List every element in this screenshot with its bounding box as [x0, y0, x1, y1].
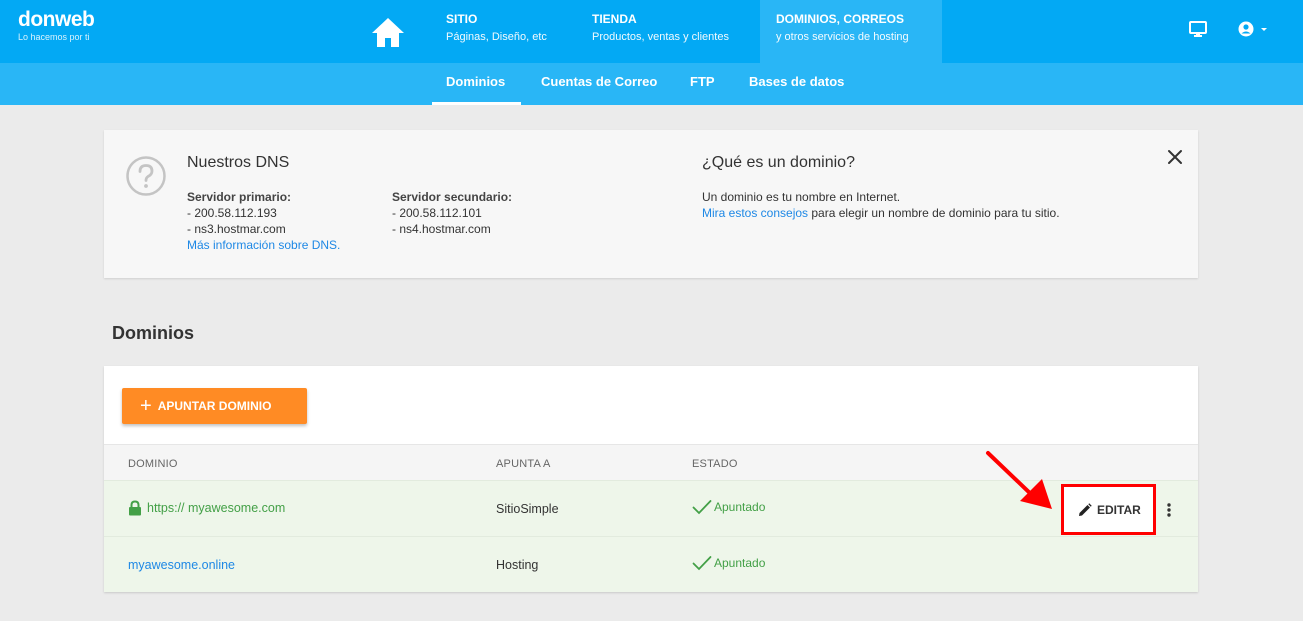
dns-primary-label: Servidor primario: [187, 190, 292, 204]
column-header-estado: ESTADO [692, 458, 738, 470]
status-badge: Apuntado [692, 499, 765, 515]
editar-label: EDITAR [1097, 502, 1141, 517]
home-icon[interactable] [370, 15, 406, 49]
question-icon [125, 155, 167, 202]
points-to: Hosting [496, 558, 539, 572]
dns-primary: Servidor primario: - 200.58.112.193 - ns… [187, 189, 340, 253]
user-avatar-icon [1238, 21, 1267, 37]
nav-dominios-title: DOMINIOS, CORREOS [776, 12, 905, 26]
tab-dominios[interactable]: Dominios [432, 63, 521, 105]
editar-button[interactable]: EDITAR [1061, 484, 1156, 535]
check-icon [692, 500, 712, 515]
nav-tienda[interactable]: TIENDA Productos, ventas y clientes [576, 0, 758, 63]
column-header-apunta-a: APUNTA A [496, 458, 551, 470]
domain-name: https:// myawesome.com [147, 501, 286, 515]
nav-sitio-subtitle: Páginas, Diseño, etc [446, 31, 547, 43]
apuntar-dominio-button[interactable]: + APUNTAR DOMINIO [122, 388, 307, 424]
dns-primary-host: - ns3.hostmar.com [187, 222, 286, 236]
logo-tagline: Lo hacemos por ti [18, 32, 90, 42]
dns-title: Nuestros DNS [187, 154, 290, 171]
nav-dominios[interactable]: DOMINIOS, CORREOS y otros servicios de h… [760, 0, 942, 63]
que-es-dominio-line1: Un dominio es tu nombre en Internet. [702, 190, 901, 204]
que-es-dominio-title: ¿Qué es un dominio? [702, 154, 855, 171]
dns-primary-ip: - 200.58.112.193 [187, 206, 277, 220]
caret-down-icon [1261, 28, 1267, 31]
plus-icon: + [140, 395, 152, 417]
nav-dominios-subtitle: y otros servicios de hosting [776, 31, 909, 43]
dns-secondary-host: - ns4.hostmar.com [392, 222, 491, 236]
tab-ftp[interactable]: FTP [676, 63, 729, 105]
status-badge: Apuntado [692, 555, 765, 571]
top-navigation-bar: donweb Lo hacemos por ti SITIO Páginas, … [0, 0, 1303, 63]
tab-bases-de-datos[interactable]: Bases de datos [735, 63, 858, 105]
nav-sitio-title: SITIO [446, 12, 478, 26]
logo[interactable]: donweb Lo hacemos por ti [18, 8, 95, 43]
domain-link[interactable]: https:// myawesome.com [128, 500, 285, 516]
consejos-link[interactable]: Mira estos consejos [702, 206, 808, 220]
more-vertical-icon[interactable] [1163, 500, 1175, 520]
dns-secondary: Servidor secundario: - 200.58.112.101 - … [392, 189, 512, 237]
check-icon [692, 556, 712, 571]
user-menu[interactable] [1238, 20, 1272, 42]
close-icon[interactable] [1166, 148, 1184, 166]
nav-tienda-subtitle: Productos, ventas y clientes [592, 31, 729, 43]
apuntar-dominio-label: APUNTAR DOMINIO [157, 399, 272, 413]
pointer-arrow-icon [984, 449, 1056, 518]
column-header-dominio: DOMINIO [128, 458, 178, 470]
dns-secondary-ip: - 200.58.112.101 [392, 206, 482, 220]
que-es-dominio-text: Un dominio es tu nombre en Internet. Mir… [702, 189, 1142, 221]
dns-more-info-link[interactable]: Más información sobre DNS. [187, 237, 340, 253]
monitor-icon[interactable] [1189, 20, 1207, 43]
dns-secondary-label: Servidor secundario: [392, 190, 513, 204]
logo-name: donweb [18, 8, 95, 31]
tab-cuentas-de-correo[interactable]: Cuentas de Correo [527, 63, 671, 105]
nav-sitio[interactable]: SITIO Páginas, Diseño, etc [430, 0, 576, 63]
que-es-dominio-line2: Mira estos consejos para elegir un nombr… [702, 205, 1142, 221]
lock-icon [129, 500, 141, 516]
status-label: Apuntado [714, 556, 766, 570]
sub-navigation: Dominios Cuentas de Correo FTP Bases de … [0, 63, 1303, 105]
pencil-icon [1079, 502, 1092, 516]
nav-tienda-title: TIENDA [592, 12, 637, 26]
que-es-dominio-line2-rest: para elegir un nombre de dominio para tu… [808, 206, 1060, 220]
domain-link[interactable]: myawesome.online [128, 558, 235, 572]
dns-info-card: Nuestros DNS Servidor primario: - 200.58… [104, 130, 1198, 278]
table-row: myawesome.online Hosting Apuntado [104, 536, 1198, 592]
status-label: Apuntado [714, 500, 766, 514]
points-to: SitioSimple [496, 502, 559, 516]
page-title: Dominios [112, 323, 195, 343]
